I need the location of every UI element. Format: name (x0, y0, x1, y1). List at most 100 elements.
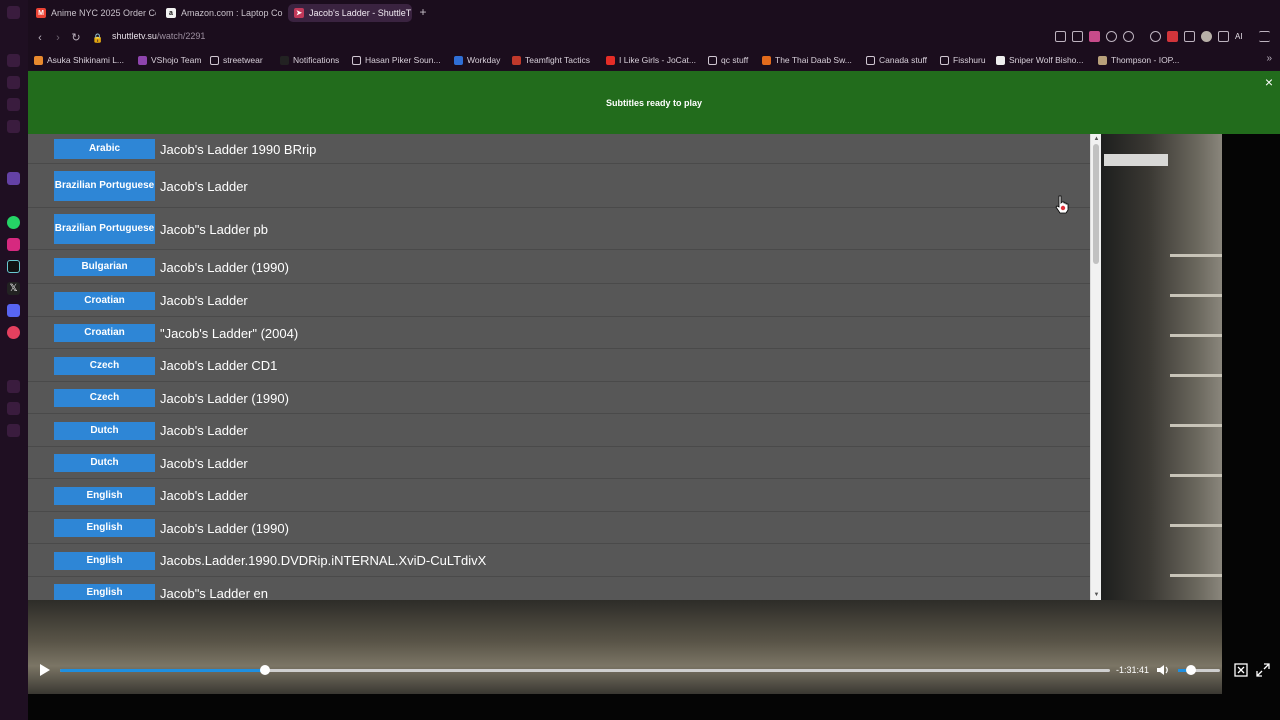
subtitle-title[interactable]: Jacob's Ladder (1990) (160, 521, 289, 536)
subtitle-row[interactable]: English Jacob's Ladder (1990) (28, 512, 1090, 544)
subtitle-row[interactable]: Czech Jacob's Ladder CD1 (28, 349, 1090, 382)
bookmark-page-icon[interactable] (1055, 31, 1066, 42)
play-icon[interactable] (1106, 31, 1117, 42)
menu-icon[interactable] (1259, 31, 1270, 42)
subtitle-title[interactable]: Jacob's Ladder (160, 456, 248, 471)
language-badge[interactable]: English (54, 551, 155, 570)
play-icon[interactable] (40, 664, 50, 676)
subtitle-row[interactable]: Dutch Jacob's Ladder (28, 414, 1090, 447)
sidebar-bookmark-icon[interactable] (7, 76, 20, 89)
bookmark-item[interactable]: Asuka Shikinami L... (34, 54, 124, 66)
profile-avatar-icon[interactable] (1201, 31, 1212, 42)
heart-icon[interactable] (1123, 31, 1134, 42)
language-badge[interactable]: English (54, 584, 155, 600)
subtitle-title[interactable]: Jacob's Ladder CD1 (160, 358, 277, 373)
bookmark-item[interactable]: Teamfight Tactics (512, 54, 590, 66)
subtitle-list-scrollbar[interactable]: ▲ ▼ (1090, 134, 1101, 600)
fullscreen-icon[interactable] (1256, 663, 1270, 677)
extensions-puzzle-icon[interactable] (1184, 31, 1195, 42)
subtitle-title[interactable]: Jacob's Ladder (1990) (160, 391, 289, 406)
instagram-icon[interactable] (7, 238, 20, 251)
subtitle-title[interactable]: Jacob's Ladder (1990) (160, 260, 289, 275)
bookmark-item[interactable]: Sniper Wolf Bisho... (996, 54, 1084, 66)
volume-icon[interactable] (1156, 664, 1170, 676)
language-badge[interactable]: English (54, 486, 155, 505)
bookmark-item[interactable]: streetwear (210, 54, 263, 66)
extension-red-icon[interactable] (1167, 31, 1178, 42)
discord-icon[interactable] (7, 304, 20, 317)
tab-amazon[interactable]: a Amazon.com : Laptop Co (160, 4, 284, 22)
bookmark-item[interactable]: qc stuff (708, 54, 748, 66)
sidebar-home-icon[interactable] (7, 54, 20, 67)
bookmark-item[interactable]: VShojo Team (138, 54, 201, 66)
bookmark-item[interactable]: Thompson - IOP... (1098, 54, 1179, 66)
bookmark-item[interactable]: Workday (454, 54, 500, 66)
back-arrow-icon[interactable]: ‹ (32, 30, 48, 46)
bookmark-item[interactable]: Notifications (280, 54, 339, 66)
language-badge[interactable]: Dutch (54, 421, 155, 440)
subtitle-title[interactable]: Jacob's Ladder (160, 179, 248, 194)
subtitle-row[interactable]: Brazilian Portuguese Jacob"s Ladder pb (28, 208, 1090, 250)
language-badge[interactable]: Brazilian Portuguese (54, 214, 155, 244)
language-badge[interactable]: Croatian (54, 324, 155, 342)
subtitle-row[interactable]: Dutch Jacob's Ladder (28, 447, 1090, 479)
subtitle-row[interactable]: Brazilian Portuguese Jacob's Ladder (28, 164, 1090, 208)
subtitle-row[interactable]: Croatian "Jacob's Ladder" (2004) (28, 317, 1090, 349)
language-badge[interactable]: Croatian (54, 291, 155, 310)
new-tab-button[interactable]: + (416, 4, 430, 20)
subtitle-row[interactable]: Bulgarian Jacob's Ladder (1990) (28, 250, 1090, 284)
sidebar-settings-icon[interactable] (7, 402, 20, 415)
language-badge[interactable]: Arabic (54, 139, 155, 159)
pocket-icon[interactable] (1089, 31, 1100, 42)
whatsapp-icon[interactable] (7, 216, 20, 229)
sidebar-history-icon[interactable] (7, 98, 20, 111)
picture-in-picture-icon[interactable] (1234, 663, 1248, 677)
bookmark-item[interactable]: Hasan Piker Soun... (352, 54, 441, 66)
scroll-down-icon[interactable]: ▼ (1092, 591, 1101, 599)
subtitle-row[interactable]: Czech Jacob's Ladder (1990) (28, 382, 1090, 414)
subtitle-title[interactable]: Jacobs.Ladder.1990.DVDRip.iNTERNAL.XviD-… (160, 553, 486, 568)
language-badge[interactable]: Brazilian Portuguese (54, 171, 155, 201)
bookmarks-overflow-icon[interactable]: » (1266, 53, 1272, 64)
tab-jacobs-ladder[interactable]: ➤ Jacob's Ladder - ShuttleT (288, 4, 412, 22)
x-twitter-icon[interactable]: 𝕏 (7, 282, 20, 295)
subtitle-title[interactable]: "Jacob's Ladder" (2004) (160, 326, 298, 341)
sidebar-download-icon[interactable] (7, 120, 20, 133)
subtitle-row[interactable]: English Jacobs.Ladder.1990.DVDRip.iNTERNA… (28, 544, 1090, 577)
tab-anime-nyc[interactable]: M Anime NYC 2025 Order Co (30, 4, 156, 22)
volume-slider[interactable] (1178, 665, 1220, 675)
bookmark-item[interactable]: The Thai Daab Sw... (762, 54, 852, 66)
sidebar-clock-icon[interactable] (7, 380, 20, 393)
scrollbar-thumb[interactable] (1093, 144, 1099, 264)
volume-knob[interactable] (1185, 665, 1196, 675)
tiktok-icon[interactable] (7, 260, 20, 273)
url-field[interactable]: shuttletv.su/watch/2291 (112, 31, 205, 41)
subtitle-row[interactable]: Arabic Jacob's Ladder 1990 BRrip (28, 134, 1090, 164)
progress-knob[interactable] (259, 665, 270, 675)
opera-logo-icon[interactable] (7, 6, 20, 19)
sidebar-more-icon[interactable] (7, 424, 20, 437)
downloads-icon[interactable] (1218, 31, 1229, 42)
pinterest-icon[interactable] (7, 326, 20, 339)
subtitle-title[interactable]: Jacob's Ladder (160, 423, 248, 438)
close-icon[interactable]: × (1262, 75, 1276, 89)
subtitle-title[interactable]: Jacob's Ladder (160, 488, 248, 503)
subtitle-title[interactable]: Jacob's Ladder (160, 293, 248, 308)
bookmark-item[interactable]: Fisshuru (940, 54, 986, 66)
progress-bar[interactable] (60, 665, 1110, 675)
subtitle-row[interactable]: English Jacob's Ladder (28, 479, 1090, 512)
subtitle-title[interactable]: Jacob"s Ladder pb (160, 222, 268, 237)
language-badge[interactable]: English (54, 519, 155, 537)
language-badge[interactable]: Czech (54, 356, 155, 375)
language-badge[interactable]: Czech (54, 389, 155, 407)
language-badge[interactable]: Dutch (54, 454, 155, 472)
scroll-up-icon[interactable]: ▲ (1092, 135, 1101, 143)
subtitle-title[interactable]: Jacob"s Ladder en (160, 586, 268, 601)
vpn-icon[interactable] (1150, 31, 1161, 42)
snapshot-icon[interactable] (1072, 31, 1083, 42)
language-badge[interactable]: Bulgarian (54, 258, 155, 276)
aria-ai-button[interactable]: AI (1235, 31, 1253, 42)
bookmark-item[interactable]: Canada stuff (866, 54, 927, 66)
bookmark-item[interactable]: I Like Girls - JoCat... (606, 54, 696, 66)
lock-icon[interactable]: 🔒 (90, 30, 106, 46)
